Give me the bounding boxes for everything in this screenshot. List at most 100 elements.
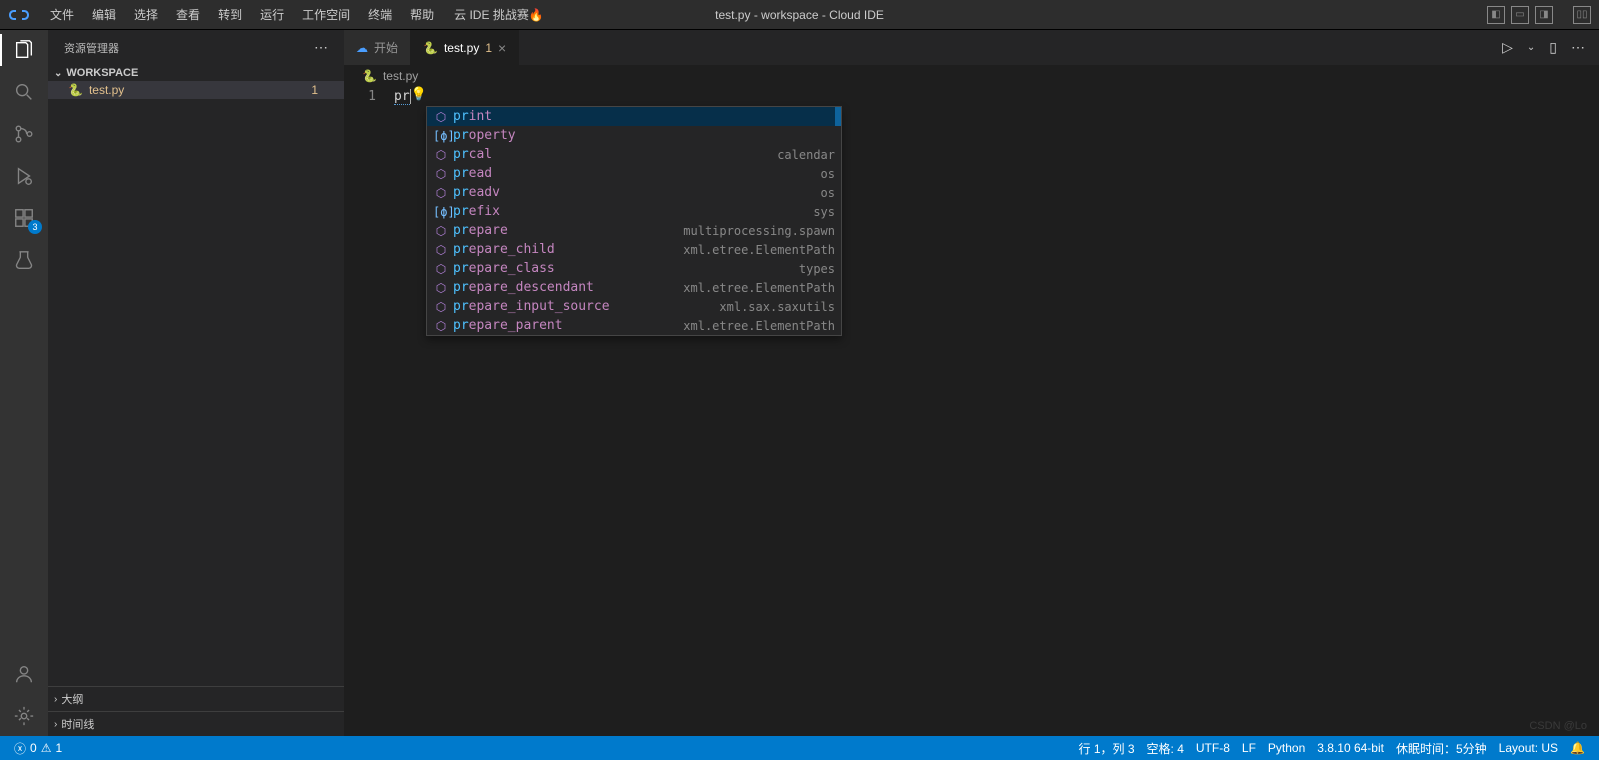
menu-challenge[interactable]: 云 IDE 挑战赛🔥 <box>446 2 552 27</box>
file-name: test.py <box>89 83 311 97</box>
suggestion-rest: epare_child <box>469 242 555 257</box>
timeline-label: 时间线 <box>61 716 94 732</box>
status-encoding[interactable]: UTF-8 <box>1190 740 1236 757</box>
close-icon[interactable]: × <box>498 40 506 56</box>
tab-testpy[interactable]: 🐍 test.py 1 × <box>411 30 519 65</box>
suggestion-item[interactable]: ⬡prcalcalendar <box>427 145 841 164</box>
menu-view[interactable]: 查看 <box>168 2 208 27</box>
suggestion-match: pr <box>453 318 469 333</box>
layout-sidebar-left-icon[interactable]: ◧ <box>1487 6 1505 24</box>
suggestion-detail: xml.etree.ElementPath <box>683 319 835 333</box>
suggestion-match: pr <box>453 223 469 238</box>
suggestion-item[interactable]: [ϕ]property <box>427 126 841 145</box>
suggestion-match: pr <box>453 204 469 219</box>
run-dropdown-icon[interactable]: ⌄ <box>1527 42 1535 53</box>
breadcrumb[interactable]: 🐍 test.py <box>344 65 1599 87</box>
suggestion-item[interactable]: ⬡prepare_childxml.etree.ElementPath <box>427 240 841 259</box>
menu-workspace[interactable]: 工作空间 <box>294 2 358 27</box>
window-title: test.py - workspace - Cloud IDE <box>715 8 884 22</box>
split-editor-icon[interactable]: ▯ <box>1549 39 1557 56</box>
suggestion-item[interactable]: ⬡print <box>427 107 841 126</box>
layout-panel-icon[interactable]: ▭ <box>1511 6 1529 24</box>
suggestion-match: pr <box>453 280 469 295</box>
suggestion-rest: epare <box>469 223 508 238</box>
method-icon: ⬡ <box>433 262 449 276</box>
file-tree-item[interactable]: 🐍 test.py 1 <box>48 81 344 99</box>
status-eol[interactable]: LF <box>1236 740 1262 757</box>
accounts-icon[interactable] <box>12 662 36 686</box>
code-line-1[interactable]: pr💡 <box>394 87 427 736</box>
variable-icon: [ϕ] <box>433 129 449 143</box>
method-icon: ⬡ <box>433 281 449 295</box>
suggestion-detail: xml.etree.ElementPath <box>683 281 835 295</box>
method-icon: ⬡ <box>433 300 449 314</box>
status-sleep-timer[interactable]: 休眠时间：5分钟 <box>1390 740 1493 757</box>
menu-bar: 文件 编辑 选择 查看 转到 运行 工作空间 终端 帮助 云 IDE 挑战赛🔥 <box>42 2 552 27</box>
method-icon: ⬡ <box>433 186 449 200</box>
status-language[interactable]: Python <box>1262 740 1311 757</box>
testing-icon[interactable] <box>12 248 36 272</box>
layout-sidebar-right-icon[interactable]: ◨ <box>1535 6 1553 24</box>
suggestion-rest: cal <box>469 147 492 162</box>
titlebar: 文件 编辑 选择 查看 转到 运行 工作空间 终端 帮助 云 IDE 挑战赛🔥 … <box>0 0 1599 30</box>
method-icon: ⬡ <box>433 319 449 333</box>
status-python-version[interactable]: 3.8.10 64-bit <box>1311 740 1390 757</box>
suggestion-match: pr <box>453 147 469 162</box>
menu-edit[interactable]: 编辑 <box>84 2 124 27</box>
suggestion-item[interactable]: ⬡prepare_classtypes <box>427 259 841 278</box>
suggestion-item[interactable]: ⬡prepare_parentxml.etree.ElementPath <box>427 316 841 335</box>
more-actions-icon[interactable]: ⋯ <box>1571 39 1585 56</box>
suggestion-widget: ⬡print[ϕ]property⬡prcalcalendar⬡preados⬡… <box>426 106 842 336</box>
status-notifications-icon[interactable]: 🔔 <box>1564 740 1591 757</box>
menu-run[interactable]: 运行 <box>252 2 292 27</box>
suggestion-item[interactable]: ⬡preparemultiprocessing.spawn <box>427 221 841 240</box>
run-debug-icon[interactable] <box>12 164 36 188</box>
tab-start[interactable]: ☁ 开始 <box>344 30 411 65</box>
suggestion-rest: ead <box>469 166 492 181</box>
suggestion-item[interactable]: ⬡preadvos <box>427 183 841 202</box>
suggestion-detail: xml.sax.saxutils <box>719 300 835 314</box>
menu-terminal[interactable]: 终端 <box>360 2 400 27</box>
tab-bar: ☁ 开始 🐍 test.py 1 × ▷ ⌄ ▯ ⋯ <box>344 30 1599 65</box>
suggestion-detail: os <box>821 167 835 181</box>
breadcrumb-file: test.py <box>383 69 418 83</box>
suggestion-rest: epare_descendant <box>469 280 594 295</box>
menu-selection[interactable]: 选择 <box>126 2 166 27</box>
settings-icon[interactable] <box>12 704 36 728</box>
search-icon[interactable] <box>12 80 36 104</box>
tab-label: test.py <box>444 41 479 55</box>
titlebar-actions: ◧ ▭ ◨ ▯▯ <box>1487 6 1591 24</box>
layout-custom-icon[interactable]: ▯▯ <box>1573 6 1591 24</box>
status-keyboard-layout[interactable]: Layout: US <box>1493 740 1564 757</box>
suggestion-item[interactable]: ⬡preados <box>427 164 841 183</box>
explorer-icon[interactable] <box>12 38 36 62</box>
status-indentation[interactable]: 空格: 4 <box>1141 740 1190 757</box>
menu-go[interactable]: 转到 <box>210 2 250 27</box>
suggestion-item[interactable]: ⬡prepare_input_sourcexml.sax.saxutils <box>427 297 841 316</box>
run-icon[interactable]: ▷ <box>1502 39 1513 56</box>
status-problems[interactable]: ⓧ0 ⚠1 <box>8 740 68 757</box>
timeline-section[interactable]: ›时间线 <box>48 711 344 736</box>
tab-modified-count: 1 <box>485 41 492 55</box>
sidebar-more-icon[interactable]: ⋯ <box>314 39 328 56</box>
suggestion-match: pr <box>453 109 469 124</box>
suggestion-item[interactable]: [ϕ]prefixsys <box>427 202 841 221</box>
suggestion-item[interactable]: ⬡ prepare_descendant xml.etree.ElementPath <box>427 278 841 297</box>
suggestion-detail: os <box>821 186 835 200</box>
method-icon: ⬡ <box>433 224 449 238</box>
suggestion-match: pr <box>453 242 469 257</box>
extensions-icon[interactable]: 3 <box>12 206 36 230</box>
sidebar-title: 资源管理器 <box>64 40 119 56</box>
source-control-icon[interactable] <box>12 122 36 146</box>
suggestion-match: pr <box>453 299 469 314</box>
workspace-header[interactable]: ⌄ WORKSPACE <box>48 65 344 81</box>
error-count: 0 <box>30 741 37 755</box>
lightbulb-icon[interactable]: 💡 <box>411 87 427 102</box>
menu-help[interactable]: 帮助 <box>402 2 442 27</box>
warning-count: 1 <box>55 741 62 755</box>
outline-section[interactable]: ›大纲 <box>48 686 344 711</box>
chevron-right-icon: › <box>54 694 57 705</box>
status-cursor-pos[interactable]: 行 1，列 3 <box>1073 740 1141 757</box>
menu-file[interactable]: 文件 <box>42 2 82 27</box>
suggestion-scrollbar[interactable] <box>835 107 841 126</box>
